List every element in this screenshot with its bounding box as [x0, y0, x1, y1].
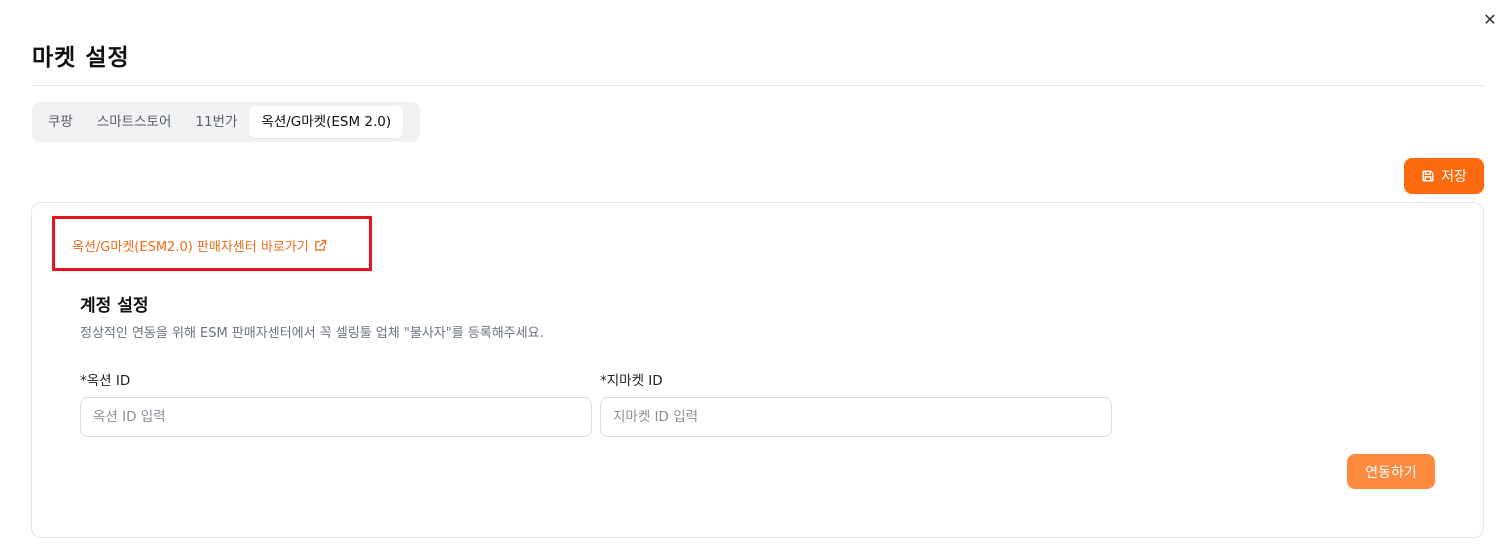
close-button[interactable]: ✕ — [1482, 12, 1498, 28]
save-label: 저장 — [1441, 168, 1467, 184]
market-tabs: 쿠팡 스마트스토어 11번가 옥션/G마켓(ESM 2.0) — [32, 102, 420, 142]
gmarket-id-label: *지마켓 ID — [600, 373, 663, 389]
save-button[interactable]: 저장 — [1404, 158, 1484, 194]
tab-smartstore[interactable]: 스마트스토어 — [85, 106, 184, 138]
section-description: 정상적인 연동을 위해 ESM 판매자센터에서 꼭 셀링툴 업체 "불사자"를 … — [80, 326, 544, 341]
section-title: 계정 설정 — [80, 296, 149, 316]
gmarket-id-input[interactable] — [600, 397, 1112, 437]
seller-center-link-label: 옥션/G마켓(ESM2.0) 판매자센터 바로가기 — [72, 240, 309, 255]
header-divider — [32, 85, 1484, 86]
connect-button[interactable]: 연동하기 — [1347, 454, 1435, 489]
auction-id-label: *옥션 ID — [80, 373, 131, 389]
external-link-icon — [314, 239, 326, 251]
tab-11st[interactable]: 11번가 — [183, 106, 249, 138]
tab-auction-gmarket[interactable]: 옥션/G마켓(ESM 2.0) — [249, 106, 404, 138]
tab-coupang[interactable]: 쿠팡 — [36, 106, 85, 138]
save-icon — [1422, 170, 1434, 182]
auction-id-input[interactable] — [80, 397, 592, 437]
modal-title: 마켓 설정 — [32, 45, 130, 71]
close-icon: ✕ — [1483, 10, 1497, 29]
seller-center-link[interactable]: 옥션/G마켓(ESM2.0) 판매자센터 바로가기 — [72, 236, 327, 255]
